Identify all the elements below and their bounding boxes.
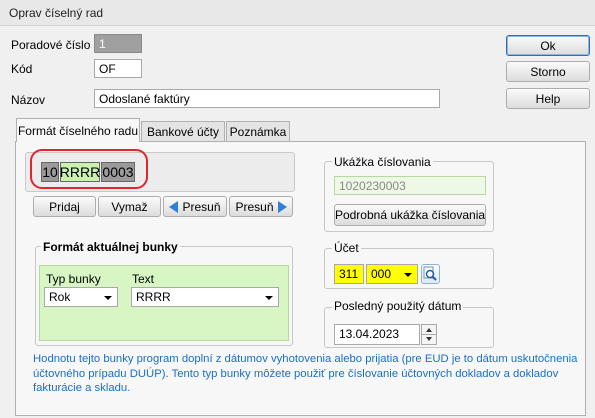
tab-poznamka[interactable]: Poznámka — [226, 121, 290, 142]
search-account-button[interactable] — [421, 264, 440, 284]
preview-value-field: 1020230003 — [334, 176, 486, 195]
window-title: Oprav číselný rad — [9, 6, 104, 20]
arrow-left-icon — [169, 200, 179, 213]
tab-format-ciselneho-radu[interactable]: Formát číselného radu — [16, 118, 140, 142]
arrow-right-icon — [277, 200, 287, 213]
help-button[interactable]: Help — [506, 88, 590, 109]
info-text: Hodnotu tejto bunky program doplní z dát… — [33, 353, 578, 394]
typ-bunky-value: Rok — [49, 290, 71, 304]
last-date-field[interactable]: 13.04.2023 — [334, 324, 420, 345]
text-value: RRRR — [136, 290, 171, 304]
poradove-cislo-field: 1 — [94, 34, 142, 53]
pridaj-button[interactable]: Pridaj — [33, 196, 96, 217]
chevron-down-icon — [404, 273, 412, 277]
kod-field[interactable]: OF — [94, 59, 142, 78]
kod-label: Kód — [11, 62, 33, 76]
date-spinner[interactable] — [421, 324, 437, 345]
ucet-field[interactable]: 311 — [334, 264, 364, 284]
detail-preview-button[interactable]: Podrobná ukážka číslovania — [334, 204, 486, 226]
search-icon — [423, 266, 437, 281]
poradove-cislo-label: Poradové číslo — [11, 38, 91, 52]
format-cells-group: 10 RRRR 0003 — [25, 149, 295, 192]
format-cell[interactable]: RRRR — [60, 162, 100, 182]
preview-title: Ukážka číslovania — [332, 155, 433, 169]
storno-button[interactable]: Storno — [506, 61, 590, 82]
analytika-value: 000 — [371, 267, 392, 281]
nazov-label: Názov — [11, 93, 46, 107]
analytika-select[interactable]: 000 — [366, 264, 418, 284]
text-label: Text — [132, 272, 155, 286]
current-cell-title: Formát aktuálnej bunky — [41, 240, 180, 254]
format-cell[interactable]: 10 — [41, 162, 59, 182]
presun-left-button[interactable]: Presuň — [163, 196, 227, 217]
ok-button[interactable]: Ok — [506, 35, 590, 56]
window-titlebar: Oprav číselný rad — [0, 0, 595, 26]
typ-bunky-select[interactable]: Rok — [44, 287, 118, 307]
typ-bunky-label: Typ bunky — [46, 272, 101, 286]
text-select[interactable]: RRRR — [131, 287, 279, 307]
format-cell[interactable]: 0003 — [101, 162, 135, 182]
presun-right-button[interactable]: Presuň — [229, 196, 293, 217]
nazov-field[interactable]: Odoslané faktúry — [94, 89, 440, 108]
presun-right-label: Presuň — [235, 199, 274, 214]
chevron-down-icon — [265, 296, 273, 300]
vymaz-button[interactable]: Vymaž — [98, 196, 161, 217]
account-title: Účet — [332, 241, 361, 255]
tab-bankove-ucty[interactable]: Bankové účty — [141, 121, 225, 142]
spinner-arrows-icon — [422, 328, 436, 341]
presun-left-label: Presuň — [182, 199, 221, 214]
chevron-down-icon — [104, 296, 112, 300]
last-date-title: Posledný použitý dátum — [332, 299, 464, 313]
